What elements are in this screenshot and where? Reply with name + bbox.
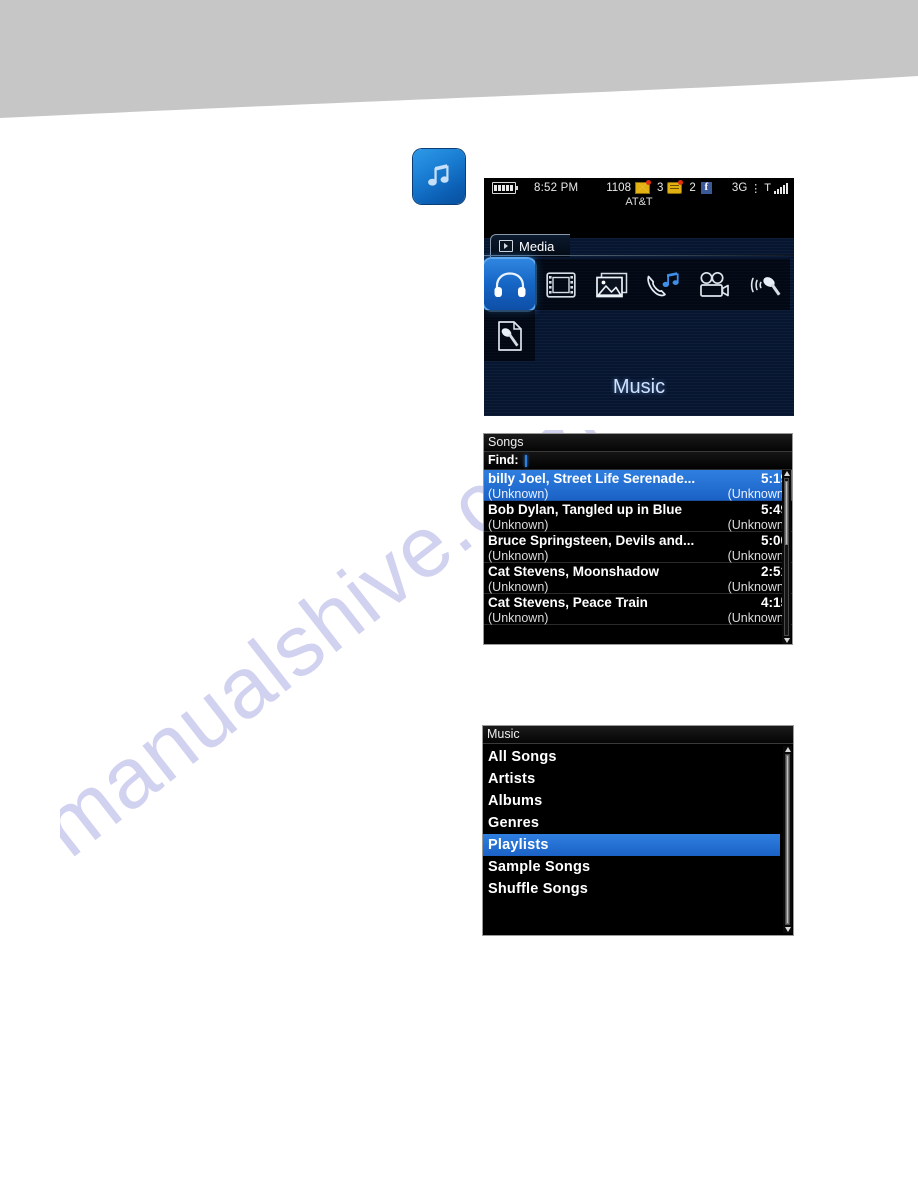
signal-bars-icon [774, 182, 788, 194]
media-icon-videos[interactable] [535, 259, 586, 310]
songs-title-bar: Songs [484, 434, 792, 452]
songs-screen: Songs Find: billy Joel, Street Life Sere… [483, 433, 793, 645]
headphones-icon [494, 271, 525, 297]
music-menu-item[interactable]: Artists [483, 768, 793, 790]
carrier-label: AT&T [625, 196, 653, 208]
video-camera-icon [699, 271, 729, 297]
songs-scroll-track[interactable] [784, 478, 789, 636]
network-type-label: 3G [731, 182, 748, 194]
song-artist: (Unknown) [488, 611, 549, 625]
music-menu-screen: Music All Songs Artists Albums Genres Playli… [482, 725, 794, 936]
media-icon-video-camera[interactable] [688, 259, 739, 310]
email-icon [634, 180, 651, 194]
media-play-icon [499, 240, 513, 252]
song-title: Cat Stevens, Moonshadow [488, 564, 660, 579]
document-microphone-icon [497, 320, 522, 351]
song-album: (Unknown) [727, 487, 788, 501]
scroll-down-arrow-icon[interactable] [784, 927, 791, 932]
song-row[interactable]: Bruce Springsteen, Devils and... 5:00 (Unk… [484, 532, 792, 563]
signal-label: T [764, 182, 771, 194]
songs-scrollbar[interactable] [782, 470, 791, 644]
media-tab-bar: Media [484, 234, 794, 257]
media-icon-music[interactable] [484, 259, 535, 310]
song-row[interactable]: Cat Stevens, Moonshadow 2:51 (Unknown) (Unk… [484, 563, 792, 594]
song-artist: (Unknown) [488, 580, 549, 594]
song-row[interactable]: billy Joel, Street Life Serenade... 5:19(… [484, 470, 792, 501]
music-menu-item[interactable]: Shuffle Songs [483, 878, 793, 900]
email-count: 1108 [606, 182, 631, 194]
song-title: Bruce Springsteen, Devils and... [488, 533, 695, 548]
songs-scroll-thumb[interactable] [785, 481, 788, 545]
music-menu-item[interactable]: Albums [483, 790, 793, 812]
scroll-up-arrow-icon[interactable] [784, 747, 791, 752]
music-menu-scrollbar[interactable] [783, 746, 792, 933]
song-album: (Unknown) [727, 518, 788, 532]
music-menu-list: All Songs Artists Albums Genres Playlists Sam… [483, 744, 793, 900]
tab-media[interactable]: Media [490, 234, 571, 257]
music-app-icon[interactable] [413, 149, 465, 204]
facebook-icon: f [700, 182, 712, 194]
tab-media-label: Media [519, 238, 555, 254]
status-notification-counts: 1108 3 2 f [606, 180, 712, 194]
song-artist: (Unknown) [488, 549, 549, 563]
music-scroll-track[interactable] [785, 754, 790, 925]
song-album: (Unknown) [727, 611, 788, 625]
status-signal-group: 3G ⋮ T [732, 182, 788, 195]
film-strip-icon [545, 271, 576, 298]
scroll-down-arrow-icon[interactable] [783, 638, 790, 643]
media-icon-voice-notes[interactable] [484, 310, 535, 361]
status-time: 8:52 PM [534, 182, 579, 194]
microphone-waves-icon [750, 276, 780, 296]
song-title: Cat Stevens, Peace Train [488, 595, 648, 610]
song-album: (Unknown) [727, 580, 788, 594]
song-artist: (Unknown) [488, 518, 549, 532]
song-album: (Unknown) [727, 549, 788, 563]
music-menu-item[interactable]: Genres [483, 812, 793, 834]
music-menu-item[interactable]: Sample Songs [483, 856, 793, 878]
media-icon-row-2 [484, 310, 794, 361]
bluetooth-icon: ⋮ [750, 182, 762, 195]
battery-icon [492, 182, 518, 194]
picture-icon [595, 272, 627, 297]
status-bar: 8:52 PM 1108 3 2 f 3G ⋮ T [484, 178, 794, 198]
music-scroll-thumb[interactable] [786, 755, 789, 924]
song-artist: (Unknown) [488, 487, 549, 501]
tab-underline [484, 255, 794, 256]
song-row[interactable]: Bob Dylan, Tangled up in Blue 5:49 (Unknow… [484, 501, 792, 532]
find-input-caret [524, 454, 527, 467]
media-icon-grid [484, 259, 794, 361]
beamed-eighth-notes-icon [428, 163, 449, 186]
media-icon-pictures[interactable] [586, 259, 637, 310]
media-icon-ringtones[interactable] [637, 259, 688, 310]
song-title: billy Joel, Street Life Serenade... [488, 471, 696, 486]
device-media-screen: 8:52 PM 1108 3 2 f 3G ⋮ T AT&T Media Mus… [484, 178, 794, 416]
music-menu-title-bar: Music [483, 726, 793, 744]
media-selected-label: Music [612, 376, 666, 398]
page-header-banner [0, 0, 918, 120]
find-bar[interactable]: Find: [484, 452, 792, 470]
sms-count: 3 [656, 182, 664, 194]
facebook-count: 2 [689, 182, 696, 194]
sms-icon [667, 180, 684, 194]
songs-list: billy Joel, Street Life Serenade... 5:19(… [484, 470, 792, 625]
media-icon-voice-notes-recorder[interactable] [739, 259, 790, 310]
song-title: Bob Dylan, Tangled up in Blue [488, 502, 683, 517]
media-icon-row-1 [484, 259, 794, 310]
music-menu-item[interactable]: Playlists [483, 834, 780, 856]
scroll-up-arrow-icon[interactable] [783, 471, 790, 476]
find-label: Find: [488, 453, 519, 467]
song-row[interactable]: Cat Stevens, Peace Train 4:15 (Unknown) (Un… [484, 594, 792, 625]
music-menu-item[interactable]: All Songs [483, 746, 793, 768]
phone-music-icon [646, 271, 679, 296]
